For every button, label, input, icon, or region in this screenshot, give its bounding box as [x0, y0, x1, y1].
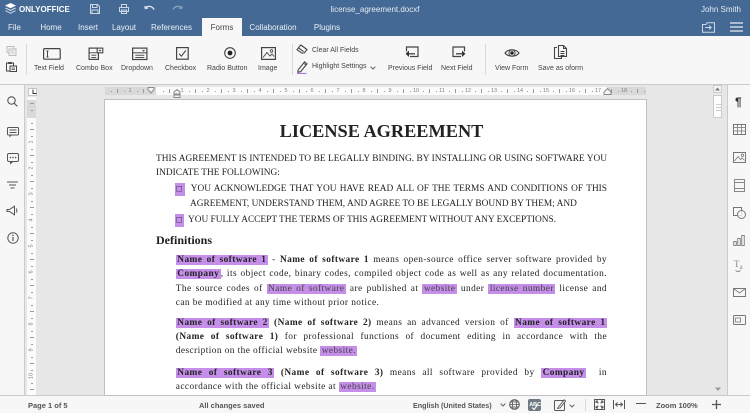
svg-text:ABC: ABC: [529, 402, 541, 408]
svg-text:a: a: [740, 263, 744, 271]
